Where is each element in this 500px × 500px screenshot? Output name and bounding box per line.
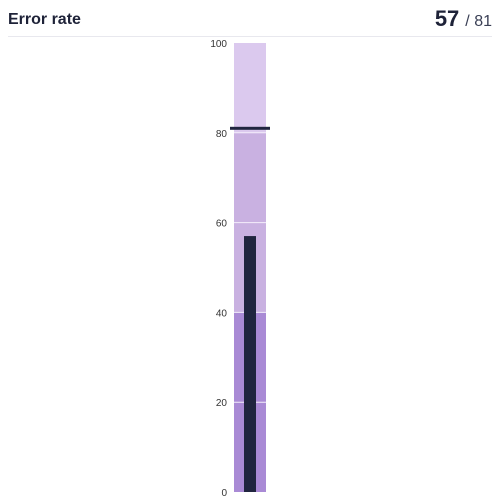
y-tick-label-100: 100 [210,39,227,50]
range-band-2 [234,43,266,133]
y-tick-label-40: 40 [216,308,228,319]
bullet-chart: 0 20 40 60 80 100 [210,39,270,499]
target-marker [230,126,270,130]
y-tick-label-80: 80 [216,129,228,140]
bullet-chart-card: Error rate 57/ 81 0 20 40 60 80 100 [0,0,500,500]
y-tick-label-20: 20 [216,398,228,409]
y-tick-label-0: 0 [221,488,227,499]
value-bar [244,236,256,492]
y-tick-label-60: 60 [216,219,228,230]
